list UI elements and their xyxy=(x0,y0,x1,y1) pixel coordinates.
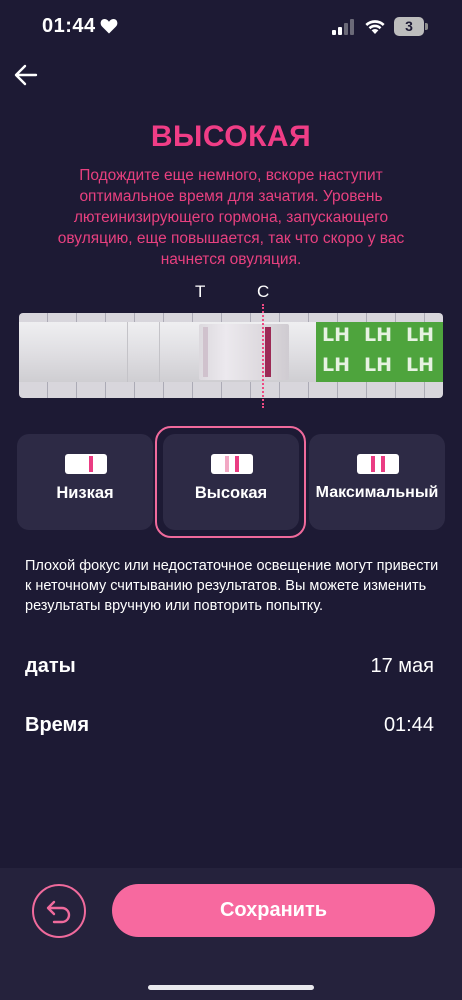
level-option-label: Низкая xyxy=(56,484,114,502)
control-line-marker xyxy=(262,304,264,408)
battery-icon: 3 xyxy=(394,17,424,36)
signal-icon xyxy=(332,19,354,35)
control-line xyxy=(265,327,271,377)
strip-line xyxy=(89,456,93,472)
strip-labels: T C xyxy=(0,282,462,304)
undo-button[interactable] xyxy=(32,884,86,938)
strip-result-window xyxy=(199,324,289,380)
undo-icon xyxy=(46,900,71,924)
date-label: даты xyxy=(25,655,76,677)
save-button[interactable]: Сохранить xyxy=(112,884,435,937)
heart-icon xyxy=(100,19,118,34)
wifi-icon xyxy=(365,20,385,34)
level-option-low[interactable]: Низкая xyxy=(17,434,153,530)
arrow-left-icon[interactable] xyxy=(12,62,40,88)
strip-peak-icon xyxy=(357,454,399,474)
result-description: Подождите еще немного, вскоре наступит о… xyxy=(57,167,405,268)
lh-label-zone: LH LH LH LH LH LH xyxy=(316,322,443,382)
control-line-label: C xyxy=(257,282,270,301)
strip-segment xyxy=(159,322,160,382)
status-bar: 01:44 3 xyxy=(0,0,462,56)
strip-segment xyxy=(127,322,128,382)
status-time: 01:44 xyxy=(42,15,96,37)
test-line-label: T xyxy=(195,282,206,301)
date-value[interactable]: 17 мая xyxy=(370,655,434,678)
lh-mark: LH xyxy=(364,324,393,346)
strip-low-icon xyxy=(65,454,107,474)
focus-warning: Плохой фокус или недостаточное освещение… xyxy=(25,558,439,614)
lh-mark: LH xyxy=(322,324,351,346)
strip-line xyxy=(235,456,239,472)
test-strip-photo: LH LH LH LH LH LH xyxy=(19,313,443,398)
level-option-label: Максимальный xyxy=(315,484,439,501)
strip-high-icon xyxy=(211,454,253,474)
battery-tip xyxy=(425,23,428,30)
lh-mark: LH xyxy=(406,324,435,346)
time-value[interactable]: 01:44 xyxy=(384,714,434,737)
test-line xyxy=(203,327,208,377)
result-level-title: ВЫСОКАЯ xyxy=(150,120,312,153)
strip-line xyxy=(381,456,385,472)
lh-mark: LH xyxy=(364,354,393,376)
level-option-label: Высокая xyxy=(194,484,268,502)
time-label: Время xyxy=(25,714,89,736)
level-option-high[interactable]: Высокая xyxy=(163,434,299,530)
strip-line xyxy=(225,456,229,472)
lh-mark: LH xyxy=(406,354,435,376)
home-indicator xyxy=(148,985,314,990)
lh-mark: LH xyxy=(322,354,351,376)
strip-line xyxy=(371,456,375,472)
level-option-peak[interactable]: Максимальный xyxy=(309,434,445,530)
